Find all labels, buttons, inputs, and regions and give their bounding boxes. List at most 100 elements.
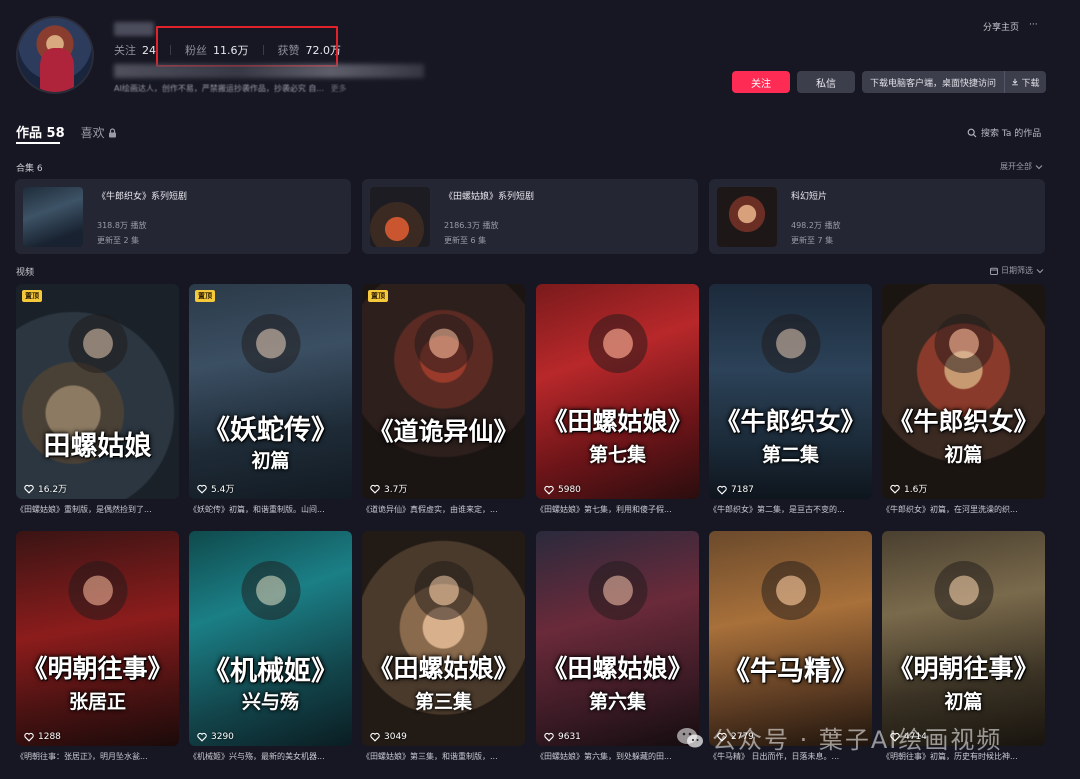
tab-works[interactable]: 作品 58 [16,122,65,141]
video-likes: 1288 [24,732,61,742]
thumbnail-title: 《机械姬》 [203,656,338,687]
blurred-username [114,22,154,36]
video-card[interactable]: 置顶 《妖蛇传》 初篇 5.4万 《妖蛇传》初篇，和谐重制版。山间... [189,284,352,514]
more-options-icon[interactable]: ··· [1029,20,1038,33]
video-description[interactable]: 《田螺姑娘》第六集，到处躲藏的田... [536,751,699,762]
video-description[interactable]: 《机械姬》兴与殇，最新的美女机器... [189,751,352,762]
video-description[interactable]: 《道诡异仙》真假虚实，由谁来定，... [362,504,525,515]
thumbnail-title: 《田螺姑娘》 [542,654,693,683]
profile-avatar[interactable] [16,16,94,94]
download-client-bar[interactable]: 下载电脑客户端，桌面快捷访问 下载 [862,71,1046,93]
thumbnail-subtitle: 初篇 [251,450,290,472]
video-description[interactable]: 《田螺姑娘》第三集，和谐重制版，... [362,751,525,762]
date-filter[interactable]: 日期筛选 [990,265,1044,276]
thumbnail-figure [414,559,474,629]
collection-title: 科幻短片 [791,192,828,202]
thumbnail-title: 《妖蛇传》 [203,415,338,446]
expand-all-label: 展开全部 [1000,162,1032,171]
video-likes: 5.4万 [197,482,234,495]
message-button[interactable]: 私信 [797,71,855,93]
video-description[interactable]: 《田螺姑娘》重制版，是偶然捡到了... [16,504,179,515]
video-card[interactable]: 《牛郎织女》 初篇 1.6万《牛郎织女》初篇，在河里洗澡的织... [882,284,1045,514]
video-thumbnail[interactable]: 《机械姬》 兴与殇 3290 [189,531,352,746]
collection-update: 更新至 2 集 [97,236,140,245]
video-likes: 3049 [370,732,407,742]
video-description[interactable]: 《明朝往事：张居正》，明月坠水瓮... [16,751,179,762]
video-thumbnail[interactable]: 置顶 《道诡异仙》 3.7万 [362,284,525,499]
profile-bio: AI绘画达人，创作不易，严禁搬运抄袭作品，抄袭必究 自... 更多 [114,83,347,94]
collection-thumbnail [717,187,777,247]
thumbnail-figure [414,312,474,382]
video-description[interactable]: 《牛郎织女》初篇，在河里洗澡的织... [882,504,1045,515]
thumbnail-subtitle: 第七集 [588,444,646,466]
thumbnail-figure [761,312,821,382]
video-card[interactable]: 《牛郎织女》 第二集 7187 《牛郎织女》第二集，是亘古不变的... [709,284,872,514]
thumbnail-figure [588,312,648,382]
download-button[interactable]: 下载 [1004,71,1046,93]
video-card[interactable]: 置顶 《道诡异仙》 3.7万《道诡异仙》真假虚实，由谁来定，... [362,284,525,514]
video-card[interactable]: 《明朝往事》 张居正 1288 《明朝往事：张居正》，明月坠水瓮... [16,531,179,761]
collections-title: 合集 6 [16,164,43,174]
tab-works-count: 58 [46,126,65,141]
video-thumbnail[interactable]: 《牛郎织女》 第二集 7187 [709,284,872,499]
video-card[interactable]: 《机械姬》 兴与殇 3290 《机械姬》兴与殇，最新的美女机器... [189,531,352,761]
search-icon [967,128,977,137]
video-likes-count: 3290 [211,732,234,742]
video-thumbnail[interactable]: 《田螺姑娘》 第三集 3049 [362,531,525,746]
watermark: 公众号 · 葉子AI绘画视频 [676,720,1002,755]
expand-all[interactable]: 展开全部 [1000,161,1043,172]
collection-card[interactable]: 《田螺姑娘》系列短剧 2186.3万 播放 更新至 6 集 [362,179,698,254]
thumbnail-figure [241,312,301,382]
collection-thumbnail [23,187,83,247]
download-client-text: 下载电脑客户端，桌面快捷访问 [870,78,997,89]
collection-card[interactable]: 科幻短片 498.2万 播放 更新至 7 集 [709,179,1045,254]
thumbnail-title: 田螺姑娘 [43,431,152,462]
download-icon [1012,78,1019,86]
video-card[interactable]: 《田螺姑娘》 第六集 9631 《田螺姑娘》第六集，到处躲藏的田... [536,531,699,761]
heart-icon [717,485,727,495]
thumbnail-title: 《道诡异仙》 [368,417,519,446]
thumbnail-figure [241,559,301,629]
share-profile-label[interactable]: 分享主页 [983,20,1019,33]
video-likes-count: 7187 [731,485,754,495]
video-description[interactable]: 《妖蛇传》初篇，和谐重制版。山间... [189,504,352,515]
collection-plays: 318.8万 播放 [97,221,147,230]
bio-more-link[interactable]: 更多 [331,84,347,93]
video-card[interactable]: 《田螺姑娘》 第三集 3049 《田螺姑娘》第三集，和谐重制版，... [362,531,525,761]
collection-card[interactable]: 《牛郎织女》系列短剧 318.8万 播放 更新至 2 集 [15,179,351,254]
video-likes: 1.6万 [890,482,927,495]
video-thumbnail[interactable]: 《田螺姑娘》 第七集 5980 [536,284,699,499]
video-card[interactable]: 《牛马精》 2779 《牛马精》 日出而作，日落未息。... [709,531,872,761]
video-description[interactable]: 《田螺姑娘》第七集，利用和傻子假... [536,504,699,515]
thumbnail-subtitle: 张居正 [68,691,126,713]
video-card[interactable]: 置顶 田螺姑娘 16.2万《田螺姑娘》重制版，是偶然捡到了... [16,284,179,514]
thumbnail-title: 《明朝往事》 [888,654,1039,683]
stat-following[interactable]: 关注 24 [114,42,156,58]
thumbnail-figure [588,559,648,629]
video-thumbnail[interactable]: 《牛马精》 2779 [709,531,872,746]
search-works[interactable]: 搜索 Ta 的作品 [967,126,1041,139]
collection-update: 更新至 6 集 [444,236,487,245]
video-likes-count: 5980 [558,485,581,495]
video-thumbnail[interactable]: 《明朝往事》 初篇 4714 [882,531,1045,746]
heart-icon [24,732,34,742]
video-card[interactable]: 《田螺姑娘》 第七集 5980 《田螺姑娘》第七集，利用和傻子假... [536,284,699,514]
thumbnail-subtitle: 第三集 [414,691,472,713]
follow-button[interactable]: 关注 [732,71,790,93]
video-thumbnail[interactable]: 置顶 《妖蛇传》 初篇 5.4万 [189,284,352,499]
tab-likes[interactable]: 喜欢 [81,124,117,141]
heart-icon [544,485,554,495]
video-thumbnail[interactable]: 《田螺姑娘》 第六集 9631 [536,531,699,746]
video-card[interactable]: 《明朝往事》 初篇 4714 《明朝往事》初篇，历史有时候比神... [882,531,1045,761]
thumbnail-subtitle: 初篇 [944,691,983,713]
collection-update: 更新至 7 集 [791,236,834,245]
video-description[interactable]: 《牛郎织女》第二集，是亘古不变的... [709,504,872,515]
thumbnail-figure [68,559,128,629]
video-thumbnail[interactable]: 《明朝往事》 张居正 1288 [16,531,179,746]
thumbnail-figure [68,312,128,382]
video-thumbnail[interactable]: 《牛郎织女》 初篇 1.6万 [882,284,1045,499]
collection-title: 《牛郎织女》系列短剧 [97,192,188,202]
video-thumbnail[interactable]: 置顶 田螺姑娘 16.2万 [16,284,179,499]
share-profile[interactable]: 分享主页 ··· [983,20,1038,33]
thumbnail-title: 《牛郎织女》 [888,407,1039,436]
